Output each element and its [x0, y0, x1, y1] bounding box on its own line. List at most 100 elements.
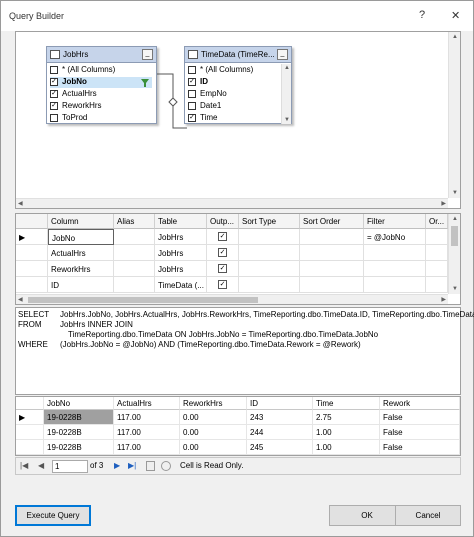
row-selector[interactable]: [16, 245, 48, 261]
results-cell[interactable]: 2.75: [313, 410, 380, 425]
grid-cell-sort-order[interactable]: [300, 229, 364, 245]
output-checkbox[interactable]: ✓: [218, 280, 227, 289]
grid-cell-filter[interactable]: [364, 261, 426, 277]
diagram-hscroll[interactable]: ◀ ▶: [16, 198, 448, 208]
grid-cell-table[interactable]: JobHrs: [155, 245, 207, 261]
grid-cell-or[interactable]: [426, 229, 448, 245]
results-header-id[interactable]: ID: [247, 397, 313, 410]
grid-header-sort-type[interactable]: Sort Type: [239, 214, 300, 229]
results-header-jobno[interactable]: JobNo: [44, 397, 114, 410]
scroll-right-icon[interactable]: ▶: [441, 200, 446, 207]
results-header-reworkhrs[interactable]: ReworkHrs: [180, 397, 247, 410]
grid-cell-or[interactable]: [426, 277, 448, 293]
results-cell[interactable]: 19-0228B: [44, 440, 114, 455]
grid-cell-column[interactable]: JobNo: [48, 229, 114, 245]
results-header-time[interactable]: Time: [313, 397, 380, 410]
grid-cell-alias[interactable]: [114, 277, 155, 293]
grid-cell-alias[interactable]: [114, 261, 155, 277]
grid-cell-column[interactable]: ActualHrs: [48, 245, 114, 261]
grid-cell-table[interactable]: TimeData (...: [155, 277, 207, 293]
table-jobhrs-header[interactable]: JobHrs _: [47, 47, 156, 63]
scroll-thumb[interactable]: [28, 297, 258, 303]
grid-cell-sort-type[interactable]: [239, 245, 300, 261]
checkbox[interactable]: ✓: [188, 114, 196, 122]
diagram-pane[interactable]: JobHrs _ * (All Columns) ✓ JobNo ✓ ActualH…: [15, 31, 461, 209]
results-cell[interactable]: 19-0228B: [44, 410, 114, 425]
new-record-icon[interactable]: [146, 461, 155, 471]
results-cell[interactable]: 19-0228B: [44, 425, 114, 440]
grid-cell-filter[interactable]: [364, 245, 426, 261]
scroll-down-icon[interactable]: ▼: [452, 286, 458, 292]
checkbox[interactable]: [188, 66, 196, 74]
grid-cell-column[interactable]: ReworkHrs: [48, 261, 114, 277]
criteria-grid[interactable]: Column Alias Table Outp... Sort Type Sor…: [15, 213, 461, 305]
scroll-right-icon[interactable]: ▶: [441, 296, 446, 303]
output-checkbox[interactable]: ✓: [218, 248, 227, 257]
sql-pane[interactable]: SELECT JobHrs.JobNo, JobHrs.ActualHrs, Jo…: [15, 307, 474, 395]
checkbox[interactable]: [188, 102, 196, 110]
execute-query-button[interactable]: Execute Query: [15, 505, 91, 526]
results-grid[interactable]: JobNo ActualHrs ReworkHrs ID Time Rework…: [15, 396, 461, 456]
grid-header-output[interactable]: Outp...: [207, 214, 239, 229]
help-button[interactable]: ?: [419, 9, 425, 21]
checkbox[interactable]: ✓: [188, 78, 196, 86]
grid-cell-sort-order[interactable]: [300, 245, 364, 261]
grid-cell-sort-type[interactable]: [239, 261, 300, 277]
row-selector[interactable]: [16, 261, 48, 277]
results-cell[interactable]: 244: [247, 425, 313, 440]
scroll-left-icon[interactable]: ◀: [18, 296, 23, 303]
grid-header-column[interactable]: Column: [48, 214, 114, 229]
results-cell[interactable]: 245: [247, 440, 313, 455]
grid-hscroll[interactable]: ◀ ▶: [16, 294, 448, 304]
results-cell[interactable]: False: [380, 425, 460, 440]
results-header-actualhrs[interactable]: ActualHrs: [114, 397, 180, 410]
grid-vscroll[interactable]: ▲ ▼: [448, 214, 460, 294]
grid-cell-sort-type[interactable]: [239, 229, 300, 245]
results-cell[interactable]: 0.00: [180, 440, 247, 455]
prev-record-icon[interactable]: ◀: [38, 461, 44, 470]
grid-cell-alias[interactable]: [114, 245, 155, 261]
grid-header-filter[interactable]: Filter: [364, 214, 426, 229]
output-checkbox[interactable]: ✓: [218, 264, 227, 273]
table-timedata-scrollbar[interactable]: ▲ ▼: [281, 64, 291, 124]
table-jobhrs[interactable]: JobHrs _ * (All Columns) ✓ JobNo ✓ ActualH…: [46, 46, 157, 124]
checkbox[interactable]: [50, 114, 58, 122]
grid-header-table[interactable]: Table: [155, 214, 207, 229]
results-cell[interactable]: 0.00: [180, 425, 247, 440]
grid-cell-sort-order[interactable]: [300, 261, 364, 277]
row-selector[interactable]: ▶: [16, 229, 48, 245]
results-cell[interactable]: False: [380, 440, 460, 455]
grid-cell-alias[interactable]: [114, 229, 155, 245]
grid-header-alias[interactable]: Alias: [114, 214, 155, 229]
results-row-selector[interactable]: ▶: [16, 410, 44, 425]
grid-header-sort-order[interactable]: Sort Order: [300, 214, 364, 229]
grid-cell-filter[interactable]: [364, 277, 426, 293]
column-jobno[interactable]: ✓ JobNo: [50, 77, 152, 88]
results-cell[interactable]: False: [380, 410, 460, 425]
close-button[interactable]: ✕: [451, 9, 460, 22]
minimize-icon[interactable]: _: [277, 49, 288, 60]
next-record-icon[interactable]: ▶: [114, 461, 120, 470]
grid-cell-column[interactable]: ID: [48, 277, 114, 293]
scroll-left-icon[interactable]: ◀: [18, 200, 23, 207]
table-timedata[interactable]: TimeData (TimeRe... _ ▲ ▼ * (All Columns…: [184, 46, 292, 124]
output-checkbox[interactable]: ✓: [218, 232, 227, 241]
results-header-rework[interactable]: Rework: [380, 397, 460, 410]
grid-cell-or[interactable]: [426, 261, 448, 277]
ok-button[interactable]: OK: [329, 505, 405, 526]
grid-cell-or[interactable]: [426, 245, 448, 261]
diagram-vscroll[interactable]: ▲ ▼: [448, 32, 460, 198]
grid-header-or[interactable]: Or...: [426, 214, 448, 229]
grid-cell-table[interactable]: JobHrs: [155, 229, 207, 245]
record-position-input[interactable]: 1: [52, 460, 88, 473]
scroll-up-icon[interactable]: ▲: [452, 34, 458, 40]
cancel-button[interactable]: Cancel: [395, 505, 461, 526]
last-record-icon[interactable]: ▶|: [128, 461, 136, 470]
first-record-icon[interactable]: |◀: [20, 461, 28, 470]
grid-cell-sort-type[interactable]: [239, 277, 300, 293]
results-row-selector[interactable]: [16, 440, 44, 455]
scroll-down-icon[interactable]: ▼: [284, 117, 290, 123]
results-cell[interactable]: 117.00: [114, 425, 180, 440]
scroll-thumb[interactable]: [451, 226, 458, 246]
results-cell[interactable]: 117.00: [114, 410, 180, 425]
